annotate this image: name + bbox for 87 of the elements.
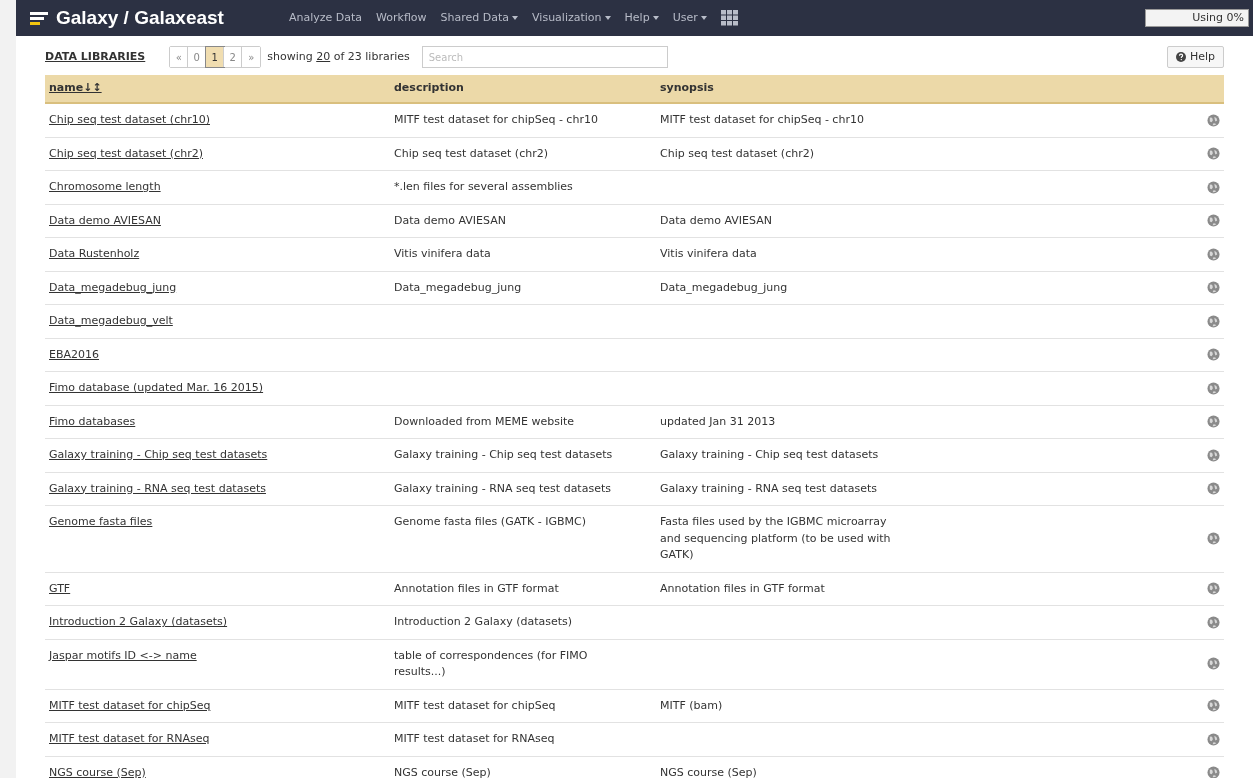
nav-menu-item[interactable]: Workflow <box>376 9 427 27</box>
description-text: Genome fasta files (GATK - IGBMC) <box>394 514 587 530</box>
library-link[interactable]: Data demo AVIESAN <box>49 213 161 227</box>
description-text: table of correspondences (for FIMO results...) <box>394 647 589 680</box>
nav-menu-item[interactable]: User <box>672 9 707 27</box>
globe-icon[interactable] <box>1207 657 1220 671</box>
globe-icon[interactable] <box>1207 281 1220 294</box>
library-link[interactable]: Genome fasta files <box>49 515 153 528</box>
globe-icon[interactable] <box>1207 180 1220 194</box>
synopsis-text: Galaxy training - Chip seq test datasets <box>660 447 880 463</box>
description-text: Data_megadebug_jung <box>394 279 523 296</box>
library-link[interactable]: Chip seq test dataset (chr2) <box>49 146 203 160</box>
pagination-button[interactable]: 1 <box>206 47 225 67</box>
synopsis-text: Data_megadebug_jung <box>660 279 789 296</box>
description-text: MITF test dataset for RNAseq <box>394 731 556 747</box>
synopsis-text: Galaxy training - RNA seq test datasets <box>660 480 878 497</box>
library-link[interactable]: MITF test dataset for RNAseq <box>49 732 210 745</box>
library-link[interactable]: Chip seq test dataset (chr10) <box>49 113 210 126</box>
synopsis-text: Vitis vinifera data <box>660 246 758 262</box>
library-link[interactable]: Galaxy training - Chip seq test datasets <box>49 448 268 461</box>
synopsis-text: Annotation files in GTF format <box>660 580 826 597</box>
description-text: NGS course (Sep) <box>394 764 492 778</box>
library-link[interactable]: Data Rustenholz <box>49 247 140 260</box>
description-text: Galaxy training - RNA seq test datasets <box>394 480 612 497</box>
page-title[interactable]: DATA LIBRARIES <box>45 48 146 66</box>
globe-icon[interactable] <box>1207 381 1220 395</box>
globe-icon[interactable] <box>1207 113 1220 127</box>
library-link[interactable]: Galaxy training - RNA seq test datasets <box>49 481 266 495</box>
description-text: Annotation files in GTF format <box>394 580 560 597</box>
brand-title[interactable]: Galaxy / Galaxeast <box>56 3 224 33</box>
description-text: Introduction 2 Galaxy (datasets) <box>394 614 574 630</box>
library-link[interactable]: Fimo databases <box>49 414 136 428</box>
globe-icon[interactable] <box>1207 482 1220 495</box>
pagination-button[interactable]: « <box>170 47 189 67</box>
library-link[interactable]: Chromosome length <box>49 180 161 193</box>
globe-icon[interactable] <box>1207 699 1220 712</box>
pagination-button[interactable]: 2 <box>224 47 243 67</box>
globe-icon[interactable] <box>1207 247 1220 261</box>
column-header: synopsis <box>660 81 714 95</box>
search-field[interactable]: Search <box>421 46 668 68</box>
description-text: Downloaded from MEME website <box>394 413 575 430</box>
description-text: *.len files for several assemblies <box>394 179 574 195</box>
synopsis-text: updated Jan 31 2013 <box>660 413 777 430</box>
synopsis-text: Fasta files used by the IGBMC microarray and sequencing platform (to be used with GATK) <box>660 514 892 563</box>
globe-icon[interactable] <box>1207 732 1220 746</box>
library-link[interactable]: Data_megadebug_jung <box>49 280 177 294</box>
globe-icon[interactable] <box>1207 415 1220 428</box>
nav-menu-item[interactable]: Analyze Data <box>288 9 363 27</box>
description-text: MITF test dataset for chipSeq - chr10 <box>394 112 599 128</box>
globe-icon[interactable] <box>1207 582 1220 595</box>
globe-icon[interactable] <box>1207 314 1220 328</box>
column-header[interactable]: name↓↕ <box>49 81 102 95</box>
globe-icon[interactable] <box>1207 348 1220 361</box>
description-text: Data demo AVIESAN <box>394 212 507 229</box>
synopsis-text: MITF test dataset for chipSeq - chr10 <box>660 112 865 128</box>
menu-icon[interactable] <box>30 10 50 26</box>
description-text: Vitis vinifera data <box>394 246 492 262</box>
library-link[interactable]: Fimo database (updated Mar. 16 2015) <box>49 381 264 394</box>
description-text: Galaxy training - Chip seq test datasets <box>394 447 614 463</box>
library-link[interactable]: Data_megadebug_velt <box>49 314 173 327</box>
library-link[interactable]: NGS course (Sep) <box>49 765 146 778</box>
library-link[interactable]: Introduction 2 Galaxy (datasets) <box>49 615 228 628</box>
globe-icon[interactable] <box>1207 147 1220 160</box>
library-link[interactable]: Jaspar motifs ID <-> name <box>49 648 197 662</box>
globe-icon[interactable] <box>1207 532 1220 545</box>
library-link[interactable]: MITF test dataset for chipSeq <box>49 698 211 712</box>
nav-menu-item[interactable]: Help <box>624 9 659 27</box>
grid-icon[interactable] <box>720 10 739 26</box>
synopsis-text: Chip seq test dataset (chr2) <box>660 145 815 162</box>
library-link[interactable]: GTF <box>49 581 71 595</box>
help-button[interactable]: Help <box>1166 46 1224 68</box>
synopsis-text: Data demo AVIESAN <box>660 212 773 229</box>
synopsis-text: NGS course (Sep) <box>660 764 758 778</box>
synopsis-text: MITF (bam) <box>660 697 724 714</box>
description-text: Chip seq test dataset (chr2) <box>394 145 549 162</box>
column-header: description <box>394 81 464 95</box>
globe-icon[interactable] <box>1207 766 1220 778</box>
globe-icon[interactable] <box>1207 448 1220 462</box>
description-text: MITF test dataset for chipSeq <box>394 697 557 714</box>
usage-label: Using 0% <box>1192 9 1244 26</box>
help-icon <box>1175 52 1186 62</box>
nav-menu-item[interactable]: Shared Data <box>440 9 519 27</box>
globe-icon[interactable] <box>1207 615 1220 629</box>
nav-menu-item[interactable]: Visualization <box>532 9 611 27</box>
library-link[interactable]: EBA2016 <box>49 347 99 361</box>
showing-count-text: showing 20 of 23 libraries <box>267 48 410 65</box>
globe-icon[interactable] <box>1207 214 1220 227</box>
